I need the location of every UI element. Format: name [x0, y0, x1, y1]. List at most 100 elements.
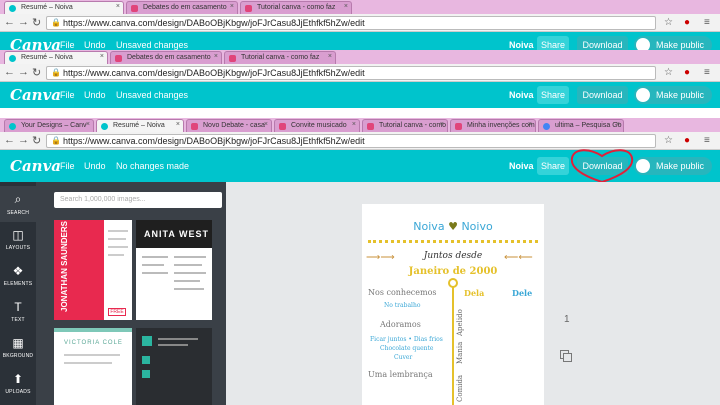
canva-favicon-icon	[9, 55, 16, 62]
column-dela[interactable]: Dela	[464, 288, 484, 298]
design-date[interactable]: Janeiro de 2000	[362, 266, 544, 277]
canva-toolbar: Canva File Undo No changes made Noiva Sh…	[0, 149, 720, 182]
column-dele[interactable]: Dele	[512, 288, 532, 298]
tab-minha-invencoes[interactable]: Minha invenções com ×	[450, 119, 536, 132]
vertical-label-apelido[interactable]: Apelido	[456, 309, 464, 336]
template-thumbnail-anita[interactable]: ANITA WEST	[136, 220, 212, 320]
forward-icon[interactable]: →	[18, 16, 29, 28]
image-search-input[interactable]: Search 1,000,000 images...	[54, 192, 222, 208]
tab-tutorial[interactable]: Tutorial canva - como faz ×	[240, 1, 352, 14]
template-name: VICTORIA COLE	[64, 340, 123, 346]
back-icon[interactable]: ←	[4, 66, 15, 78]
make-public-toggle[interactable]: Make public	[634, 157, 712, 175]
page-number-icon[interactable]: 1	[564, 314, 570, 325]
tab-novo-debate[interactable]: Novo Debate - casa ×	[186, 119, 272, 132]
design-line-2[interactable]: No trabalho	[384, 302, 420, 309]
pinterest-icon[interactable]: ●	[684, 67, 690, 78]
template-thumbnail-jonathan[interactable]: JONATHAN SAUNDERS FREE	[54, 220, 132, 320]
star-icon[interactable]: ☆	[664, 17, 673, 28]
reload-icon[interactable]: ↻	[32, 134, 41, 147]
tab-resume-noiva[interactable]: Resumé – Noiva ×	[4, 51, 108, 64]
background-icon: ▦	[12, 336, 24, 350]
file-menu[interactable]: File	[60, 161, 75, 171]
sidebar-item-elements[interactable]: ❖ ELEMENTS	[0, 258, 36, 294]
sidebar-item-layouts[interactable]: ◫ LAYOUTS	[0, 222, 36, 258]
close-icon[interactable]: ×	[328, 53, 332, 60]
undo-button[interactable]: Undo	[84, 161, 106, 171]
template-thumbnail-victoria[interactable]: VICTORIA COLE	[54, 328, 132, 405]
close-icon[interactable]: ×	[264, 121, 268, 128]
close-icon[interactable]: ×	[440, 121, 444, 128]
design-name[interactable]: Noiva	[509, 161, 534, 171]
reload-icon[interactable]: ↻	[32, 66, 41, 79]
star-icon[interactable]: ☆	[664, 67, 673, 78]
vertical-label-mania[interactable]: Mania	[456, 342, 464, 364]
tab-label: ultima – Pesquisa Go	[555, 122, 622, 129]
design-line-6[interactable]: Cuver	[394, 354, 412, 361]
design-name[interactable]: Noiva	[509, 40, 534, 50]
menu-icon[interactable]: ≡	[704, 135, 710, 146]
close-icon[interactable]: ×	[86, 121, 90, 128]
save-status: Unsaved changes	[116, 40, 189, 50]
forward-icon[interactable]: →	[18, 134, 29, 146]
pinterest-icon[interactable]: ●	[684, 135, 690, 146]
sidebar-item-search[interactable]: ⌕ SEARCH	[0, 186, 36, 222]
sidebar-item-background[interactable]: ▦ BKGROUND	[0, 330, 36, 366]
close-icon[interactable]: ×	[352, 121, 356, 128]
dotted-divider	[368, 240, 538, 243]
template-line	[174, 256, 206, 258]
url-field[interactable]: 🔒 https://www.canva.com/design/DABoOBjKbg…	[46, 134, 656, 148]
reload-icon[interactable]: ↻	[32, 16, 41, 29]
close-icon[interactable]: ×	[344, 3, 348, 10]
design-title[interactable]: Noiva ♥ Noivo	[362, 220, 544, 233]
file-menu[interactable]: File	[60, 40, 75, 50]
make-public-toggle[interactable]: Make public	[634, 86, 712, 104]
tab-debates[interactable]: Debates do em casamento ×	[126, 1, 238, 14]
close-icon[interactable]: ×	[100, 53, 104, 60]
canva-logo[interactable]: Canva	[10, 157, 61, 175]
design-name[interactable]: Noiva	[509, 90, 534, 100]
design-line-1[interactable]: Nos conhecemos	[368, 288, 437, 297]
template-line	[158, 338, 198, 340]
pinterest-icon[interactable]: ●	[684, 17, 690, 28]
tab-tutorial[interactable]: Tutorial canva - como ×	[362, 119, 448, 132]
file-menu[interactable]: File	[60, 90, 75, 100]
canva-logo[interactable]: Canva	[10, 86, 61, 104]
design-page[interactable]: Noiva ♥ Noivo ⟶⟶ Juntos desde ⟵⟵ Janeiro…	[362, 204, 544, 405]
sidebar-item-uploads[interactable]: ⬆ UPLOADS	[0, 366, 36, 402]
url-field[interactable]: 🔒 https://www.canva.com/design/DABoOBjKbg…	[46, 66, 656, 80]
close-icon[interactable]: ×	[616, 121, 620, 128]
tab-debates[interactable]: Debates do em casamento ×	[110, 51, 222, 64]
close-icon[interactable]: ×	[116, 3, 120, 10]
back-icon[interactable]: ←	[4, 134, 15, 146]
tab-resume-noiva[interactable]: Resumé – Noiva ×	[4, 1, 124, 14]
design-line-5[interactable]: Chocolate quente	[380, 345, 434, 352]
tab-ultima-pesquisa[interactable]: ultima – Pesquisa Go ×	[538, 119, 624, 132]
close-icon[interactable]: ×	[230, 3, 234, 10]
sidebar-item-text[interactable]: T TEXT	[0, 294, 36, 330]
close-icon[interactable]: ×	[176, 121, 180, 128]
tab-tutorial[interactable]: Tutorial canva - como faz ×	[224, 51, 336, 64]
template-thumbnail-dark[interactable]	[136, 328, 212, 405]
star-icon[interactable]: ☆	[664, 135, 673, 146]
design-line-3[interactable]: Adoramos	[380, 320, 421, 329]
download-button[interactable]: Download	[577, 86, 628, 104]
menu-icon[interactable]: ≡	[704, 17, 710, 28]
close-icon[interactable]: ×	[214, 53, 218, 60]
forward-icon[interactable]: →	[18, 66, 29, 78]
tab-your-designs[interactable]: Your Designs – Canv ×	[4, 119, 94, 132]
design-line-4[interactable]: Ficar juntos • Dias frios	[370, 336, 443, 343]
share-button[interactable]: Share	[537, 86, 569, 104]
vertical-label-comida[interactable]: Comida	[456, 375, 464, 402]
url-field[interactable]: 🔒 https://www.canva.com/design/DABoOBjKbg…	[46, 16, 656, 30]
back-icon[interactable]: ←	[4, 16, 15, 28]
undo-button[interactable]: Undo	[84, 40, 106, 50]
menu-icon[interactable]: ≡	[704, 67, 710, 78]
share-button[interactable]: Share	[537, 157, 569, 175]
tab-resume-noiva[interactable]: Resumé – Noiva ×	[96, 119, 184, 132]
template-line	[108, 246, 128, 248]
close-icon[interactable]: ×	[528, 121, 532, 128]
undo-button[interactable]: Undo	[84, 90, 106, 100]
design-line-7[interactable]: Uma lembrança	[368, 370, 433, 379]
tab-convite[interactable]: Convite musicado ×	[274, 119, 360, 132]
